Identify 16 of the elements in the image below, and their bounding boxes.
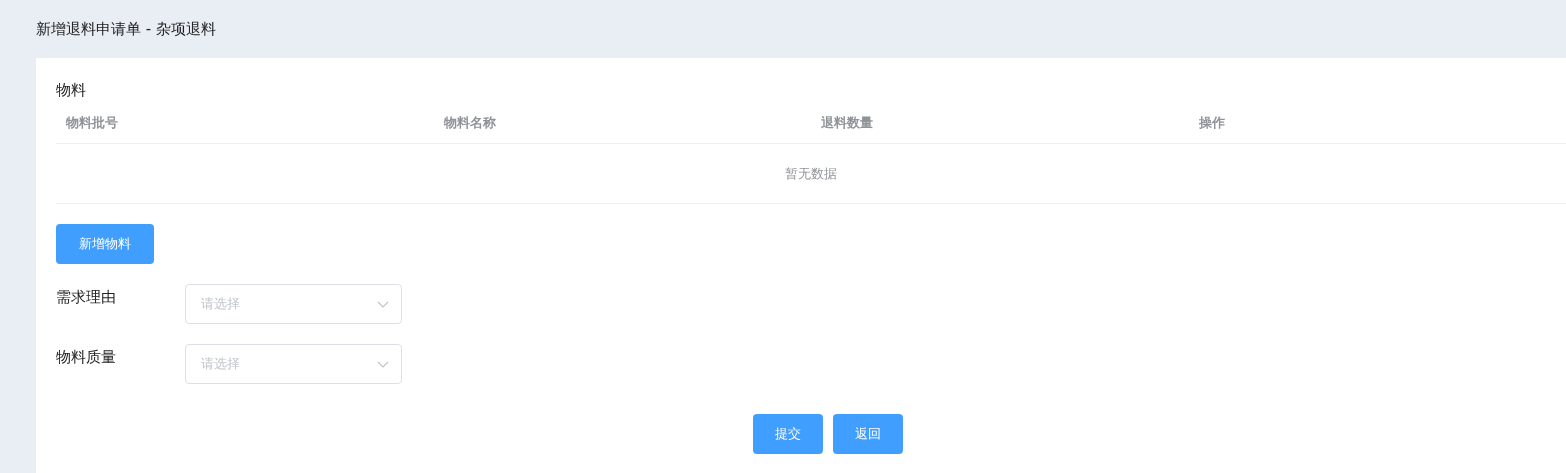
chevron-down-icon — [377, 300, 389, 308]
add-material-button[interactable]: 新增物料 — [56, 224, 154, 264]
column-header: 操作 — [1197, 113, 1226, 132]
action-button[interactable]: 返回 — [833, 414, 903, 454]
select-field[interactable]: 请选择 — [185, 344, 402, 384]
column-header: 物料名称 — [442, 113, 497, 132]
column-header: 物料批号 — [65, 113, 119, 132]
chevron-down-icon — [377, 360, 389, 368]
empty-text: 暂无数据 — [785, 164, 837, 183]
action-button[interactable]: 提交 — [753, 414, 823, 454]
field-label: 物料质量 — [56, 347, 117, 368]
section-title: 物料 — [56, 80, 87, 101]
page-title: 新增退料申请单 - 杂项退料 — [36, 19, 217, 40]
column-header: 退料数量 — [820, 113, 874, 132]
field-label: 需求理由 — [56, 287, 117, 308]
select-field[interactable]: 请选择 — [185, 284, 402, 324]
